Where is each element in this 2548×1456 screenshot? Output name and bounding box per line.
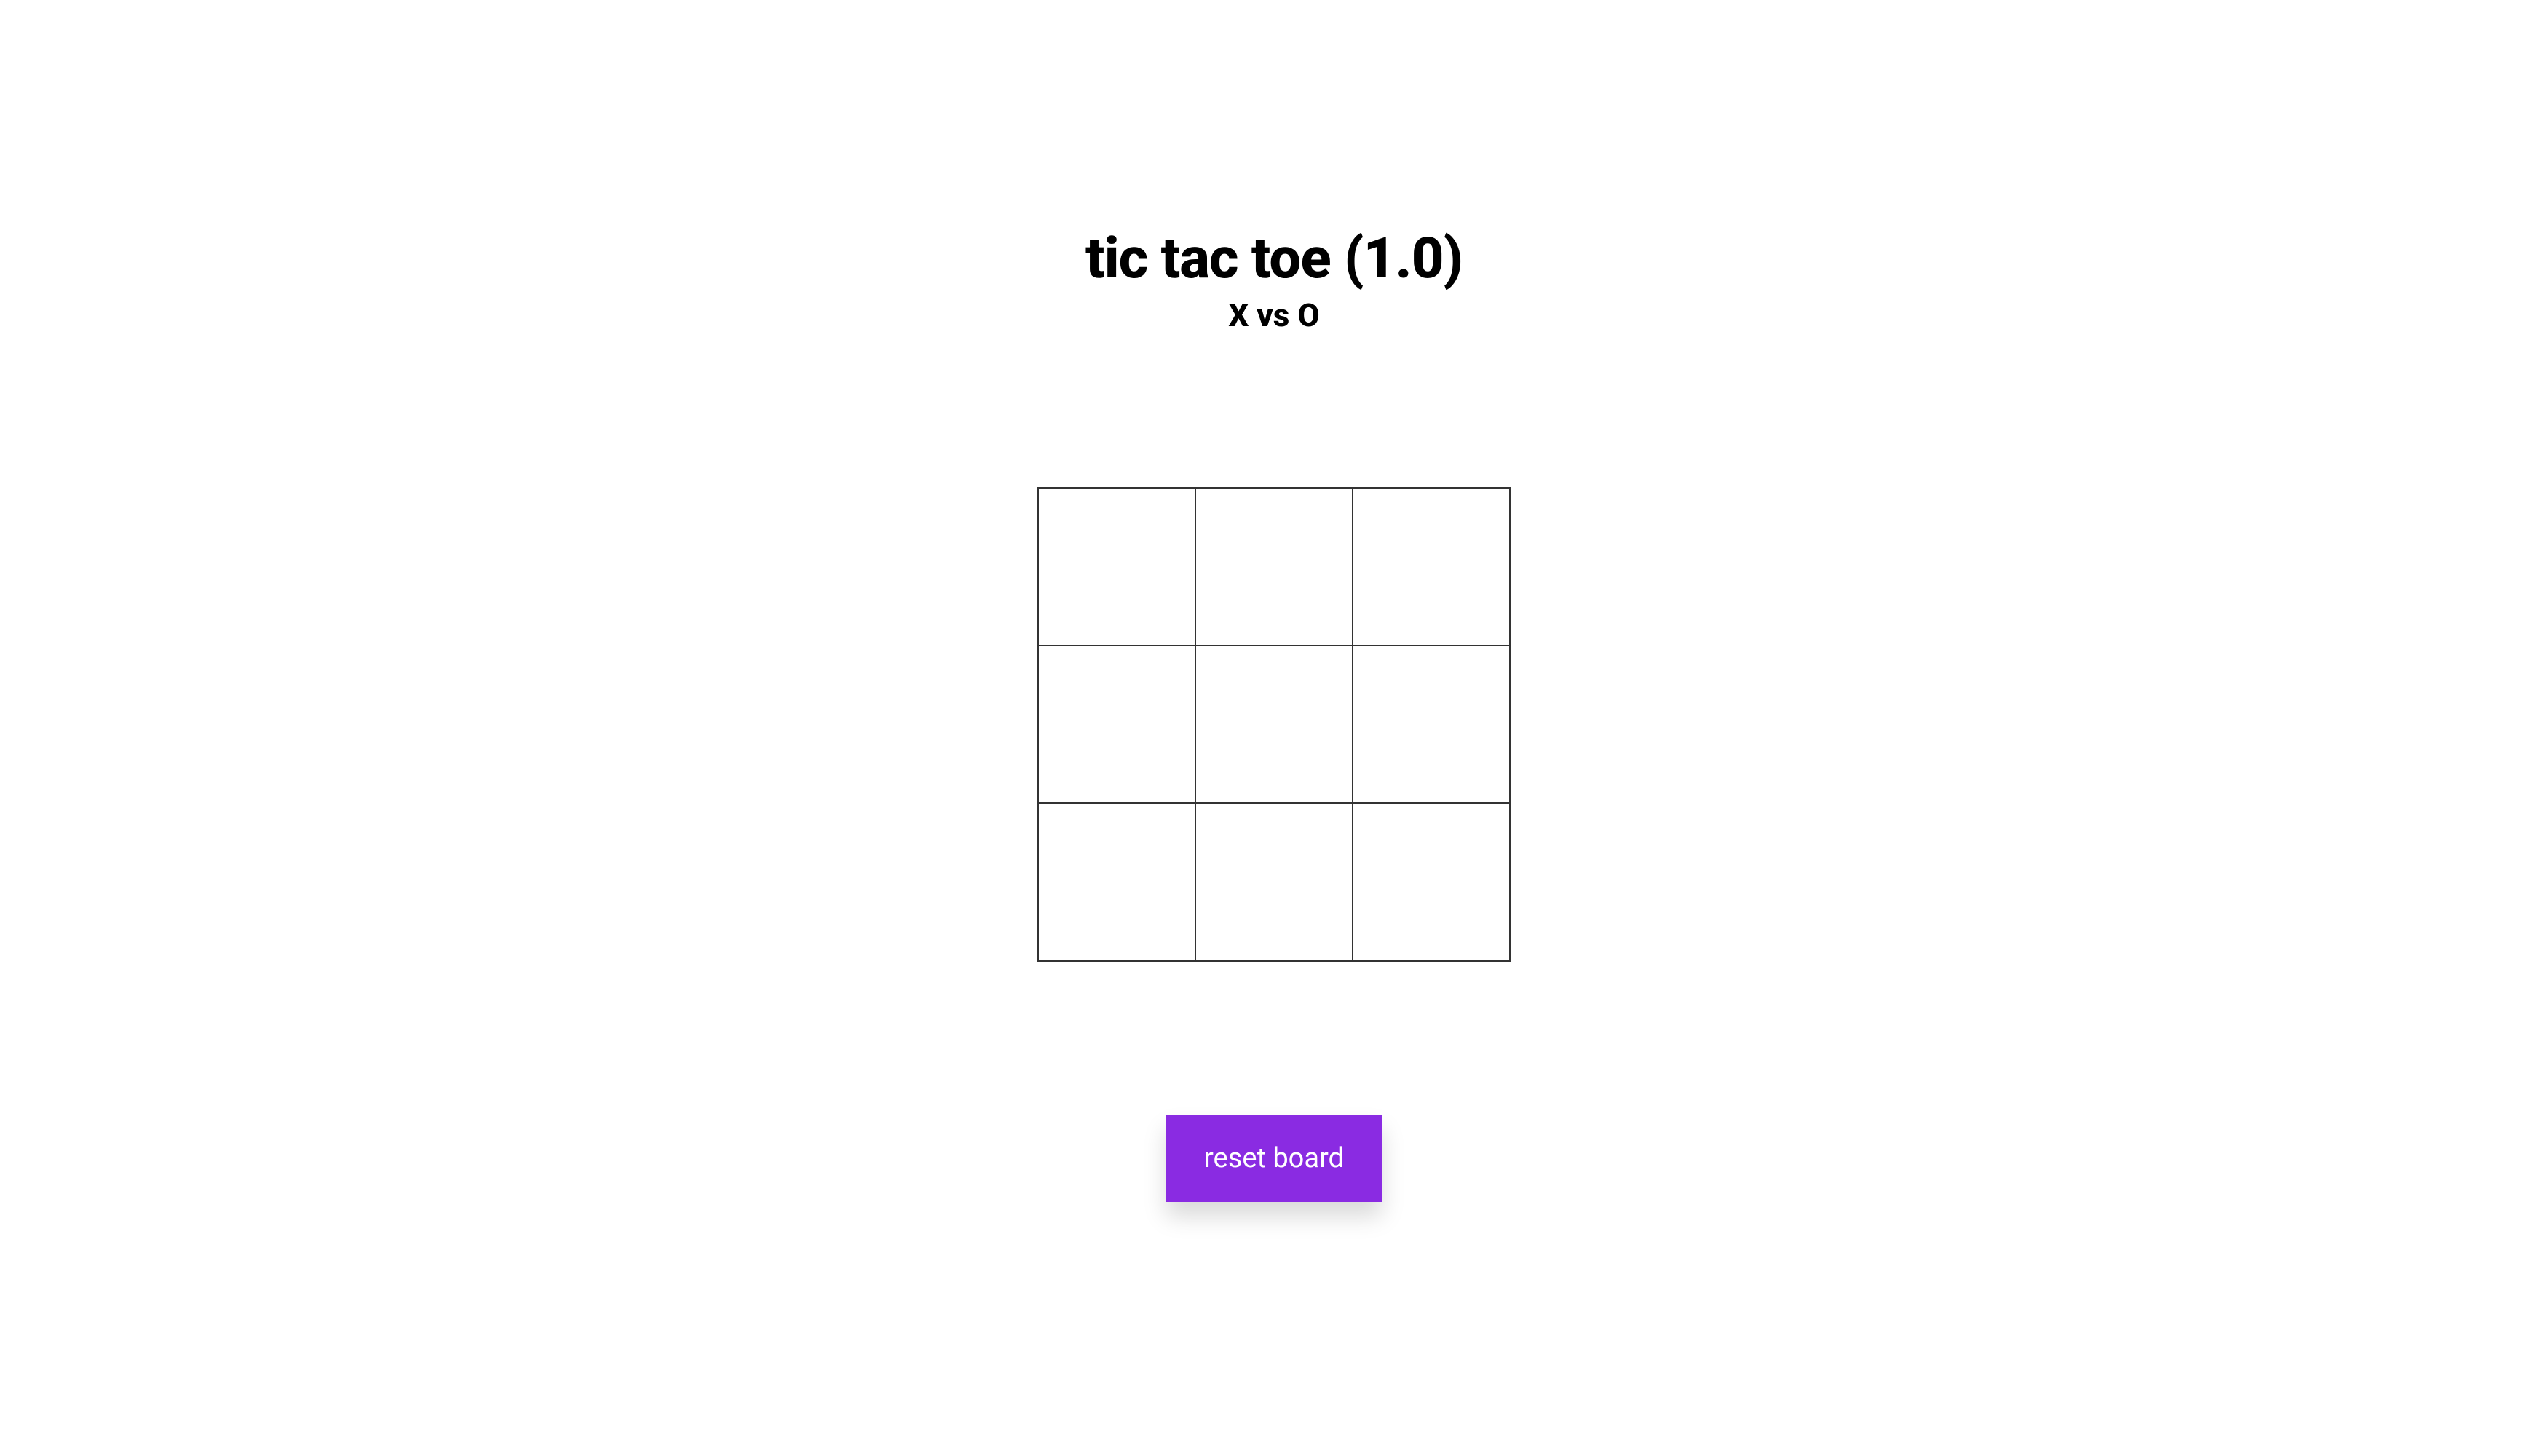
cell-1-0[interactable] xyxy=(1038,646,1195,803)
cell-2-2[interactable] xyxy=(1353,803,1510,960)
game-header: tic tac toe (1.0) X vs O xyxy=(1085,226,1463,334)
game-title: tic tac toe (1.0) xyxy=(1085,226,1463,292)
cell-0-2[interactable] xyxy=(1353,488,1510,646)
game-subtitle: X vs O xyxy=(1085,296,1463,334)
reset-button[interactable]: reset board xyxy=(1166,1115,1382,1202)
cell-0-0[interactable] xyxy=(1038,488,1195,646)
cell-2-1[interactable] xyxy=(1195,803,1353,960)
cell-2-0[interactable] xyxy=(1038,803,1195,960)
cell-1-2[interactable] xyxy=(1353,646,1510,803)
game-board xyxy=(1037,487,1511,962)
cell-0-1[interactable] xyxy=(1195,488,1353,646)
cell-1-1[interactable] xyxy=(1195,646,1353,803)
